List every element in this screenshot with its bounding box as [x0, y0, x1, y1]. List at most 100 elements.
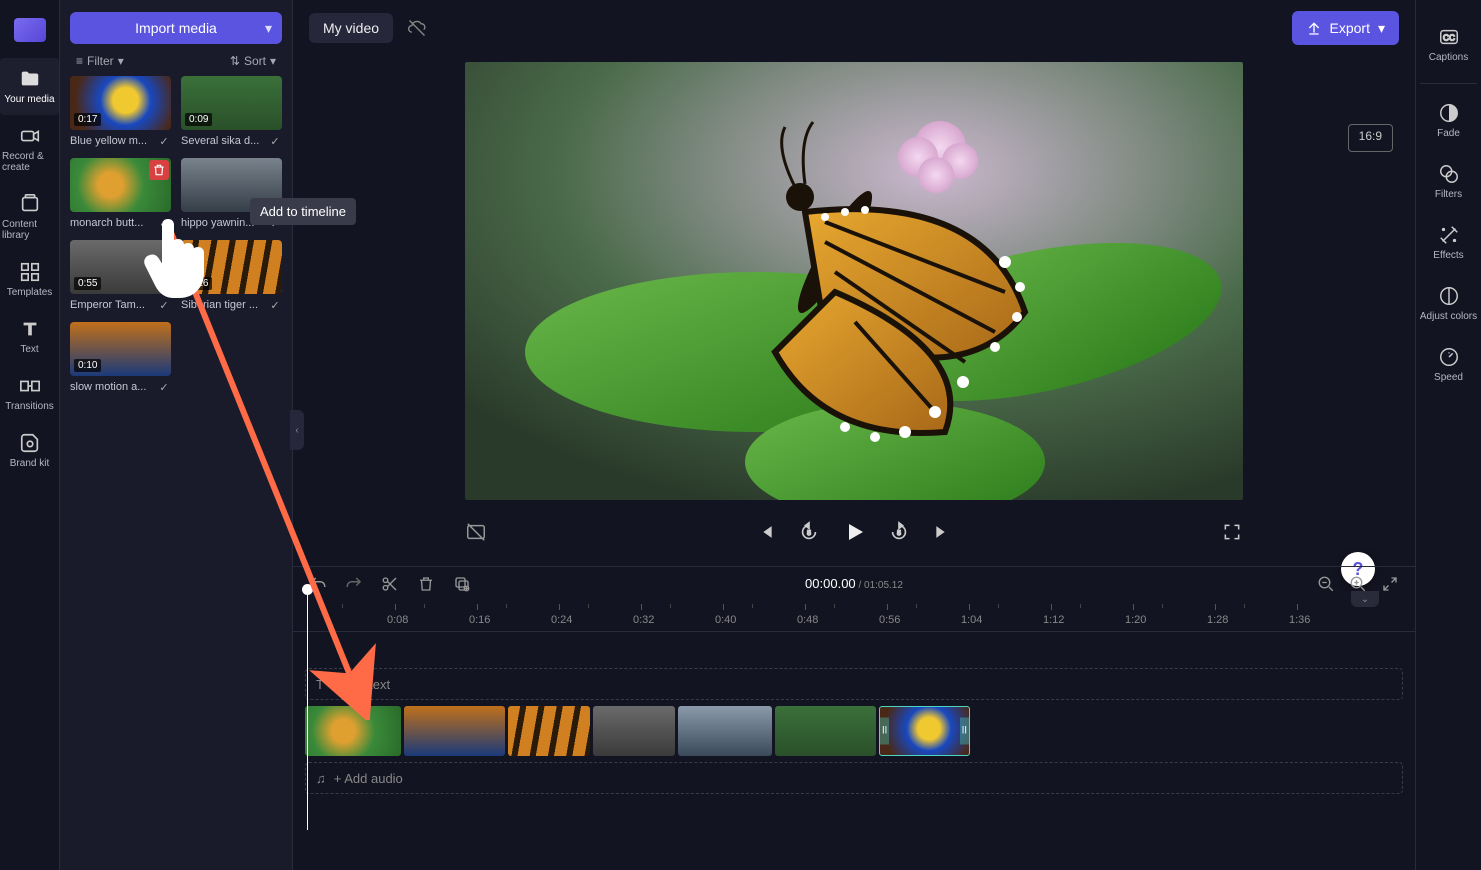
check-icon: ✓: [268, 134, 282, 148]
adjust-icon: [1438, 285, 1460, 307]
rail-adjust[interactable]: Adjust colors: [1420, 273, 1477, 334]
fit-timeline-button[interactable]: [1381, 575, 1399, 593]
transitions-icon: [19, 375, 41, 397]
check-icon: ✓: [157, 134, 171, 148]
media-name: monarch butt...: [70, 217, 143, 229]
media-item[interactable]: 0:09Several sika d...✓: [181, 76, 282, 148]
text-icon: T: [316, 677, 324, 692]
redo-button[interactable]: [345, 575, 363, 593]
audio-track[interactable]: ♫ + Add audio: [305, 762, 1403, 794]
zoom-out-button[interactable]: [1317, 575, 1335, 593]
ruler-tick: 0:08: [383, 604, 408, 631]
media-name: hippo yawnin...: [181, 217, 254, 229]
check-icon: ✓: [157, 298, 171, 312]
rail-effects[interactable]: Effects: [1420, 212, 1477, 273]
media-duration: 0:10: [74, 359, 101, 372]
import-media-button[interactable]: Import media ▾: [70, 12, 282, 44]
chevron-down-icon: ▾: [265, 20, 272, 37]
filter-button[interactable]: ≡ Filter ▾: [76, 54, 124, 68]
delete-media-button[interactable]: [149, 160, 169, 180]
filter-icon: ≡: [76, 54, 83, 68]
media-thumbnail: 0:55: [70, 240, 171, 294]
timeline-clip[interactable]: [678, 706, 772, 756]
templates-icon: [19, 261, 41, 283]
rail-captions[interactable]: CCCaptions: [1420, 14, 1477, 84]
right-rail: CCCaptions FadeFiltersEffectsAdjust color…: [1415, 0, 1481, 870]
ruler-tick: 1:12: [1039, 604, 1064, 631]
timeline-clip[interactable]: [305, 706, 401, 756]
fullscreen-button[interactable]: [1221, 521, 1243, 543]
rewind-5-button[interactable]: 5: [798, 521, 820, 543]
media-item[interactable]: monarch butt... ✓: [70, 158, 171, 230]
export-button[interactable]: Export ▾: [1292, 11, 1400, 45]
split-button[interactable]: [381, 575, 399, 593]
timeline-ruler[interactable]: 0:080:160:240:320:400:480:561:041:121:20…: [293, 604, 1415, 632]
media-item[interactable]: 0:17 Blue yellow m... ✓: [70, 76, 171, 148]
folder-icon: [19, 68, 41, 90]
media-thumbnail: 0:10: [70, 322, 171, 376]
sort-button[interactable]: ⇅ Sort ▾: [230, 54, 276, 68]
music-icon: ♫: [316, 771, 326, 786]
ruler-tick: 0:48: [793, 604, 818, 631]
timeline-clip[interactable]: [775, 706, 876, 756]
play-button[interactable]: [842, 520, 866, 544]
speed-icon: [1438, 346, 1460, 368]
check-icon: ✓: [157, 216, 171, 230]
prev-frame-button[interactable]: [754, 521, 776, 543]
upload-icon: [1306, 20, 1322, 36]
fade-icon: [1438, 102, 1460, 124]
timeline-clip[interactable]: [508, 706, 590, 756]
duplicate-button[interactable]: [453, 575, 471, 593]
nav-camera[interactable]: Record & create: [0, 115, 59, 183]
captions-icon: CC: [1438, 26, 1460, 48]
text-track[interactable]: T + Add text: [305, 668, 1403, 700]
ruler-tick: 1:20: [1121, 604, 1146, 631]
video-preview[interactable]: [465, 62, 1243, 500]
brand-icon: [19, 432, 41, 454]
media-thumbnail: 0:17: [70, 76, 171, 130]
rail-fade[interactable]: Fade: [1420, 90, 1477, 151]
safe-zone-icon[interactable]: [465, 521, 487, 543]
delete-button[interactable]: [417, 575, 435, 593]
ruler-tick: 0:56: [875, 604, 900, 631]
video-track[interactable]: [305, 706, 1403, 756]
ruler-tick: 0:32: [629, 604, 654, 631]
filters-icon: [1438, 163, 1460, 185]
forward-5-button[interactable]: 5: [888, 521, 910, 543]
check-icon: ✓: [268, 298, 282, 312]
media-item[interactable]: 0:55 Emperor Tam... ✓: [70, 240, 171, 312]
nav-templates[interactable]: Templates: [0, 251, 59, 308]
media-name: Several sika d...: [181, 135, 259, 147]
nav-library[interactable]: Content library: [0, 183, 59, 251]
timeline-clip[interactable]: [879, 706, 970, 756]
aspect-ratio-button[interactable]: 16:9: [1348, 124, 1393, 152]
chevron-down-icon: ▾: [118, 54, 124, 68]
zoom-in-button[interactable]: [1349, 575, 1367, 593]
rail-speed[interactable]: Speed: [1420, 334, 1477, 395]
next-frame-button[interactable]: [932, 521, 954, 543]
nav-brand[interactable]: Brand kit: [0, 422, 59, 479]
nav-transitions[interactable]: Transitions: [0, 365, 59, 422]
nav-text[interactable]: Text: [0, 308, 59, 365]
timeline-clip[interactable]: [593, 706, 675, 756]
ruler-tick: 0:40: [711, 604, 736, 631]
media-item[interactable]: 0:10slow motion a...✓: [70, 322, 171, 394]
svg-text:5: 5: [807, 530, 811, 537]
media-duration: 0:55: [74, 277, 101, 290]
media-name: Emperor Tam...: [70, 299, 145, 311]
media-name: slow motion a...: [70, 381, 146, 393]
media-duration: 0:16: [185, 277, 212, 290]
timeline-playhead[interactable]: [307, 590, 308, 830]
timeline-clip[interactable]: [404, 706, 505, 756]
media-thumbnail: [70, 158, 171, 212]
main-area: My video Export ▾ 16:9: [293, 0, 1415, 870]
nav-folder[interactable]: Your media: [0, 58, 59, 115]
project-title[interactable]: My video: [309, 13, 393, 43]
rail-filters[interactable]: Filters: [1420, 151, 1477, 212]
cloud-off-icon[interactable]: [407, 18, 427, 38]
media-item[interactable]: 0:16Siberian tiger ...✓: [181, 240, 282, 312]
media-name: Blue yellow m...: [70, 135, 147, 147]
timeline[interactable]: 0:080:160:240:320:400:480:561:041:121:20…: [293, 600, 1415, 870]
media-duration: 0:17: [74, 113, 101, 126]
ruler-tick: 1:04: [957, 604, 982, 631]
